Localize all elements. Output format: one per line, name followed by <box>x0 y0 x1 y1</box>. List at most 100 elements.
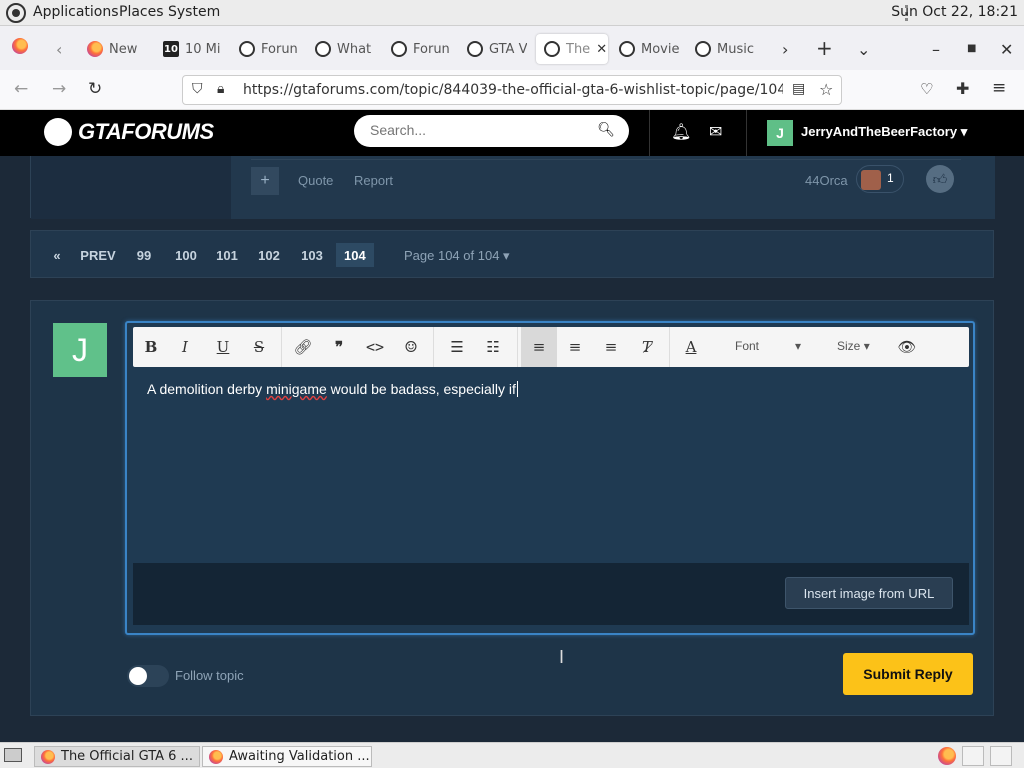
taskbar-item-awaiting-validation[interactable]: Awaiting Validation ... <box>202 746 372 767</box>
tab-forum-2[interactable]: Forun <box>391 34 451 64</box>
url-bar[interactable]: ⛉ 🔒︎ https://gtaforums.com/topic/844039-… <box>182 75 842 105</box>
search-icon[interactable]: 🔍︎ <box>597 122 615 138</box>
clear-format-icon[interactable]: T̷ <box>635 335 659 359</box>
tab-gta-v[interactable]: GTA V <box>467 34 527 64</box>
minimize-icon[interactable]: – <box>932 40 940 59</box>
site-search: 🔍︎ <box>354 115 629 147</box>
font-dropdown[interactable]: Font ▾ <box>735 339 801 353</box>
tab-forum-1[interactable]: Forun <box>239 34 299 64</box>
pocket-icon[interactable]: ♡ <box>920 80 933 98</box>
applications-menu[interactable]: Applications <box>33 4 119 20</box>
menu-icon[interactable]: ≡ <box>992 78 1006 98</box>
tab-movie[interactable]: Movie <box>619 34 679 64</box>
page-link-102[interactable]: 102 <box>257 243 281 267</box>
editor-text-area[interactable]: A demolition derby minigame would be bad… <box>147 381 518 397</box>
insert-image-url-button[interactable]: Insert image from URL <box>785 577 953 609</box>
show-desktop-icon[interactable] <box>4 748 22 762</box>
places-menu[interactable]: Places <box>119 4 164 20</box>
maximize-icon[interactable]: ■ <box>967 43 976 54</box>
reaction-username[interactable]: 44Orca <box>805 173 848 188</box>
back-icon[interactable]: ← <box>14 79 28 99</box>
forward-icon[interactable]: → <box>52 79 66 99</box>
quote-icon[interactable]: ❞ <box>327 335 351 359</box>
follow-topic-toggle[interactable] <box>127 665 169 687</box>
tab-new[interactable]: New <box>87 34 147 64</box>
reply-avatar: J <box>53 323 107 377</box>
caret-down-icon: ▾ <box>960 124 968 139</box>
extensions-icon[interactable]: ✚ <box>956 79 969 98</box>
page-jump-dropdown[interactable]: Page 104 of 104 ▾ <box>404 248 510 264</box>
page-link-104-current[interactable]: 104 <box>336 243 374 267</box>
reply-form: J B I U S 🔗︎ ❞ <> ☺ ☰ ☷ ≡ ≡ ≡ T̷ A Font … <box>30 300 994 716</box>
tray-firefox-icon[interactable] <box>938 747 956 765</box>
reaction-summary[interactable]: 1 <box>856 165 904 193</box>
workspace-2[interactable] <box>990 746 1012 766</box>
search-input[interactable] <box>370 122 590 138</box>
tab-scroll-right-icon[interactable]: › <box>782 40 788 59</box>
user-menu[interactable]: JerryAndTheBeerFactory ▾ <box>801 124 967 140</box>
tab-10-mi[interactable]: 10 10 Mi <box>163 34 223 64</box>
bold-icon[interactable]: B <box>139 335 163 359</box>
tab-music[interactable]: Music <box>695 34 755 64</box>
size-dropdown[interactable]: Size ▾ <box>837 339 870 353</box>
reader-view-icon[interactable]: ▤ <box>792 81 805 97</box>
site-header: GTAFORUMS 🔍︎ 🔔︎ ✉ J JerryAndTheBeerFacto… <box>0 110 1024 156</box>
notifications-bell-icon[interactable]: 🔔︎ <box>671 122 691 141</box>
new-tab-icon[interactable]: + <box>816 36 833 60</box>
code-icon[interactable]: <> <box>363 335 387 359</box>
align-right-icon[interactable]: ≡ <box>599 335 623 359</box>
page-link-100[interactable]: 100 <box>172 243 200 267</box>
toolbar-separator <box>281 327 282 367</box>
align-left-icon[interactable]: ≡ <box>527 335 551 359</box>
submit-reply-button[interactable]: Submit Reply <box>843 653 973 695</box>
text-color-icon[interactable]: A <box>679 335 703 359</box>
tab-close-icon[interactable]: ✕ <box>596 42 607 57</box>
follow-topic-label[interactable]: Follow topic <box>175 668 244 683</box>
bookmark-star-icon[interactable]: ☆ <box>819 80 833 99</box>
gnome-logo-icon[interactable] <box>6 3 26 23</box>
post-footer: + Quote Report 44Orca 1 👍︎ <box>30 156 995 219</box>
like-thumbs-up-icon[interactable]: 👍︎ <box>926 165 954 193</box>
underline-icon[interactable]: U <box>211 335 235 359</box>
emoji-icon[interactable]: ☺ <box>399 335 423 359</box>
numbered-list-icon[interactable]: ☷ <box>481 335 505 359</box>
taskbar-item-gta6[interactable]: The Official GTA 6 ... <box>34 746 200 767</box>
first-page-link[interactable]: « <box>51 243 63 267</box>
multiquote-plus-button[interactable]: + <box>251 167 279 195</box>
link-icon[interactable]: 🔗︎ <box>291 335 315 359</box>
lock-icon[interactable]: 🔒︎ <box>217 81 224 97</box>
bulleted-list-icon[interactable]: ☰ <box>445 335 469 359</box>
workspace-1[interactable] <box>962 746 984 766</box>
editor-toolbar: B I U S 🔗︎ ❞ <> ☺ ☰ ☷ ≡ ≡ ≡ T̷ A Font ▾ … <box>133 327 969 367</box>
user-avatar[interactable]: J <box>767 120 793 146</box>
misspelled-word: minigame <box>266 381 327 397</box>
header-divider <box>746 110 747 156</box>
clock[interactable]: Sun Oct 22, 18:21 <box>891 4 1018 20</box>
firefox-view-icon[interactable] <box>12 38 28 58</box>
gtaforums-logo-icon[interactable] <box>44 118 72 146</box>
page-link-101[interactable]: 101 <box>215 243 239 267</box>
url-text[interactable]: https://gtaforums.com/topic/844039-the-o… <box>243 82 783 98</box>
page-link-103[interactable]: 103 <box>300 243 324 267</box>
messages-envelope-icon[interactable]: ✉ <box>709 122 722 141</box>
tab-list-icon[interactable]: ⌄ <box>857 40 870 59</box>
firefox-icon <box>41 749 55 764</box>
preview-eye-icon[interactable]: 👁︎ <box>895 335 919 359</box>
window-close-icon[interactable]: ✕ <box>1000 40 1013 59</box>
shield-icon[interactable]: ⛉ <box>192 81 203 97</box>
reply-editor[interactable]: B I U S 🔗︎ ❞ <> ☺ ☰ ☷ ≡ ≡ ≡ T̷ A Font ▾ … <box>125 321 975 635</box>
strikethrough-icon[interactable]: S <box>247 335 271 359</box>
page-link-99[interactable]: 99 <box>134 243 154 267</box>
tab-active-the[interactable]: The ✕ <box>536 34 608 64</box>
firefox-icon <box>209 749 223 764</box>
quote-link[interactable]: Quote <box>298 173 333 188</box>
italic-icon[interactable]: I <box>173 335 197 359</box>
prev-page-link[interactable]: PREV <box>80 243 115 267</box>
tab-scroll-left-icon[interactable]: ‹ <box>56 40 62 59</box>
site-brand[interactable]: GTAFORUMS <box>78 119 214 145</box>
reload-icon[interactable]: ↻ <box>88 79 102 99</box>
align-center-icon[interactable]: ≡ <box>563 335 587 359</box>
tab-what[interactable]: What <box>315 34 375 64</box>
report-link[interactable]: Report <box>354 173 393 188</box>
system-menu[interactable]: System <box>168 4 220 20</box>
